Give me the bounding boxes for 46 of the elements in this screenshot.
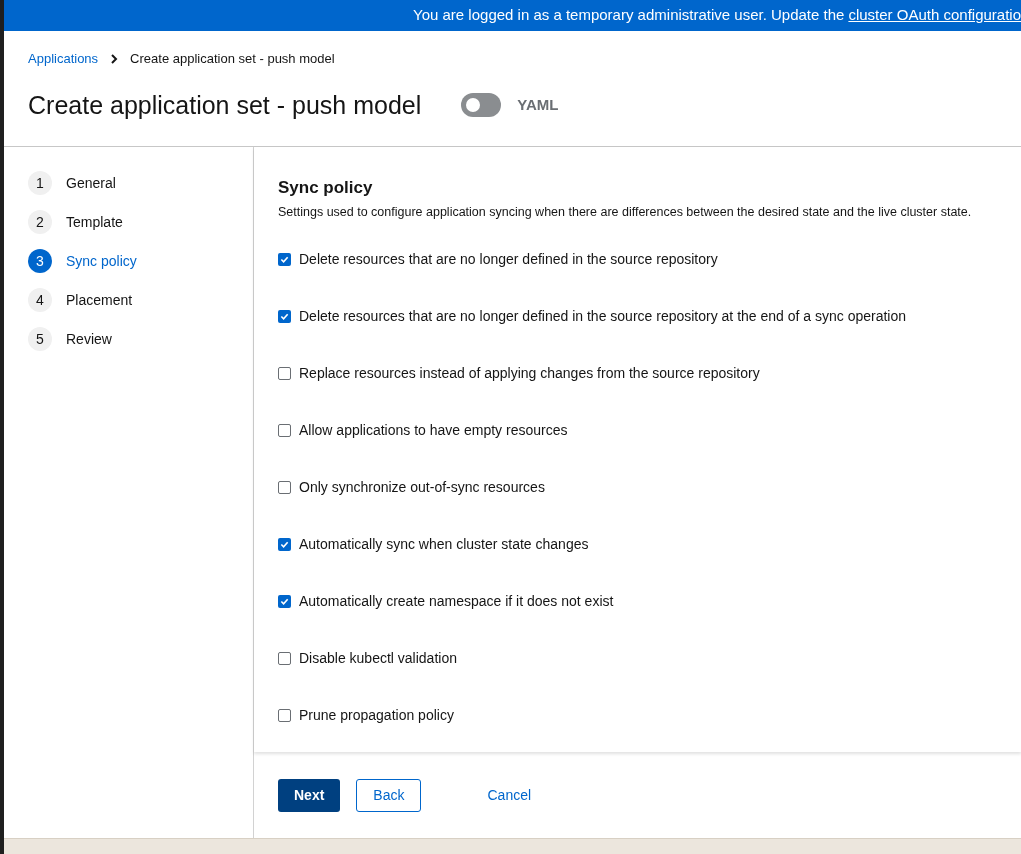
checkbox-label: Delete resources that are no longer defined in the source repository at the end of a sync operation [299,306,907,326]
step-label: General [66,173,116,193]
next-button[interactable]: Next [278,778,341,812]
checkbox-label: Disable kubectl validation [299,648,457,668]
back-button[interactable]: Back [356,778,422,812]
step-number: 3 [28,249,52,273]
step-number: 5 [28,327,52,351]
wizard-step[interactable]: 3 Sync policy [28,249,229,273]
checkbox[interactable] [278,366,291,380]
step-number: 2 [28,210,52,234]
wizard-step[interactable]: 4 Placement [28,288,229,312]
checkbox[interactable] [278,480,291,494]
banner-link[interactable]: cluster OAuth configuratio [848,4,1021,27]
step-label: Placement [66,290,133,310]
step-label: Sync policy [66,251,137,271]
checkbox-label: Only synchronize out-of-sync resources [299,477,545,497]
section-title: Sync policy [278,177,374,199]
checkbox[interactable] [278,423,291,437]
checkbox[interactable] [278,708,291,722]
yaml-toggle[interactable] [461,93,502,118]
breadcrumb-link[interactable]: Applications [28,49,99,69]
checkbox[interactable] [278,537,291,551]
checkbox-label: Delete resources that are no longer defined in the source repository [299,249,718,269]
checkbox[interactable] [278,594,291,608]
checkbox-label: Prune propagation policy [299,705,454,725]
step-number: 1 [28,171,52,195]
checkbox[interactable] [278,651,291,665]
cancel-link[interactable]: Cancel [471,778,548,812]
section-description: Settings used to configure application syncing when there are differences between the desired state and the live cluster state. [278,203,973,221]
page-title: Create application set - push model [28,89,422,121]
checkbox-label: Replace resources instead of applying changes from the source repository [299,363,760,383]
checkbox[interactable] [278,252,291,266]
yaml-label: YAML [517,95,559,115]
chevron-right-icon [110,53,119,64]
banner-text: You are logged in as a temporary administrative user. Update the [413,5,845,26]
step-label: Template [66,212,123,232]
checkbox[interactable] [278,309,291,323]
step-number: 4 [28,288,52,312]
wizard-step[interactable]: 5 Review [28,327,229,351]
step-label: Review [66,329,112,349]
breadcrumb-current: Create application set - push model [130,50,335,68]
checkbox-label: Automatically create namespace if it does not exist [299,591,614,611]
wizard-step[interactable]: 2 Template [28,210,229,234]
wizard-step[interactable]: 1 General [28,171,229,195]
checkbox-label: Automatically sync when cluster state changes [299,534,589,554]
checkbox-label: Allow applications to have empty resources [299,420,568,440]
